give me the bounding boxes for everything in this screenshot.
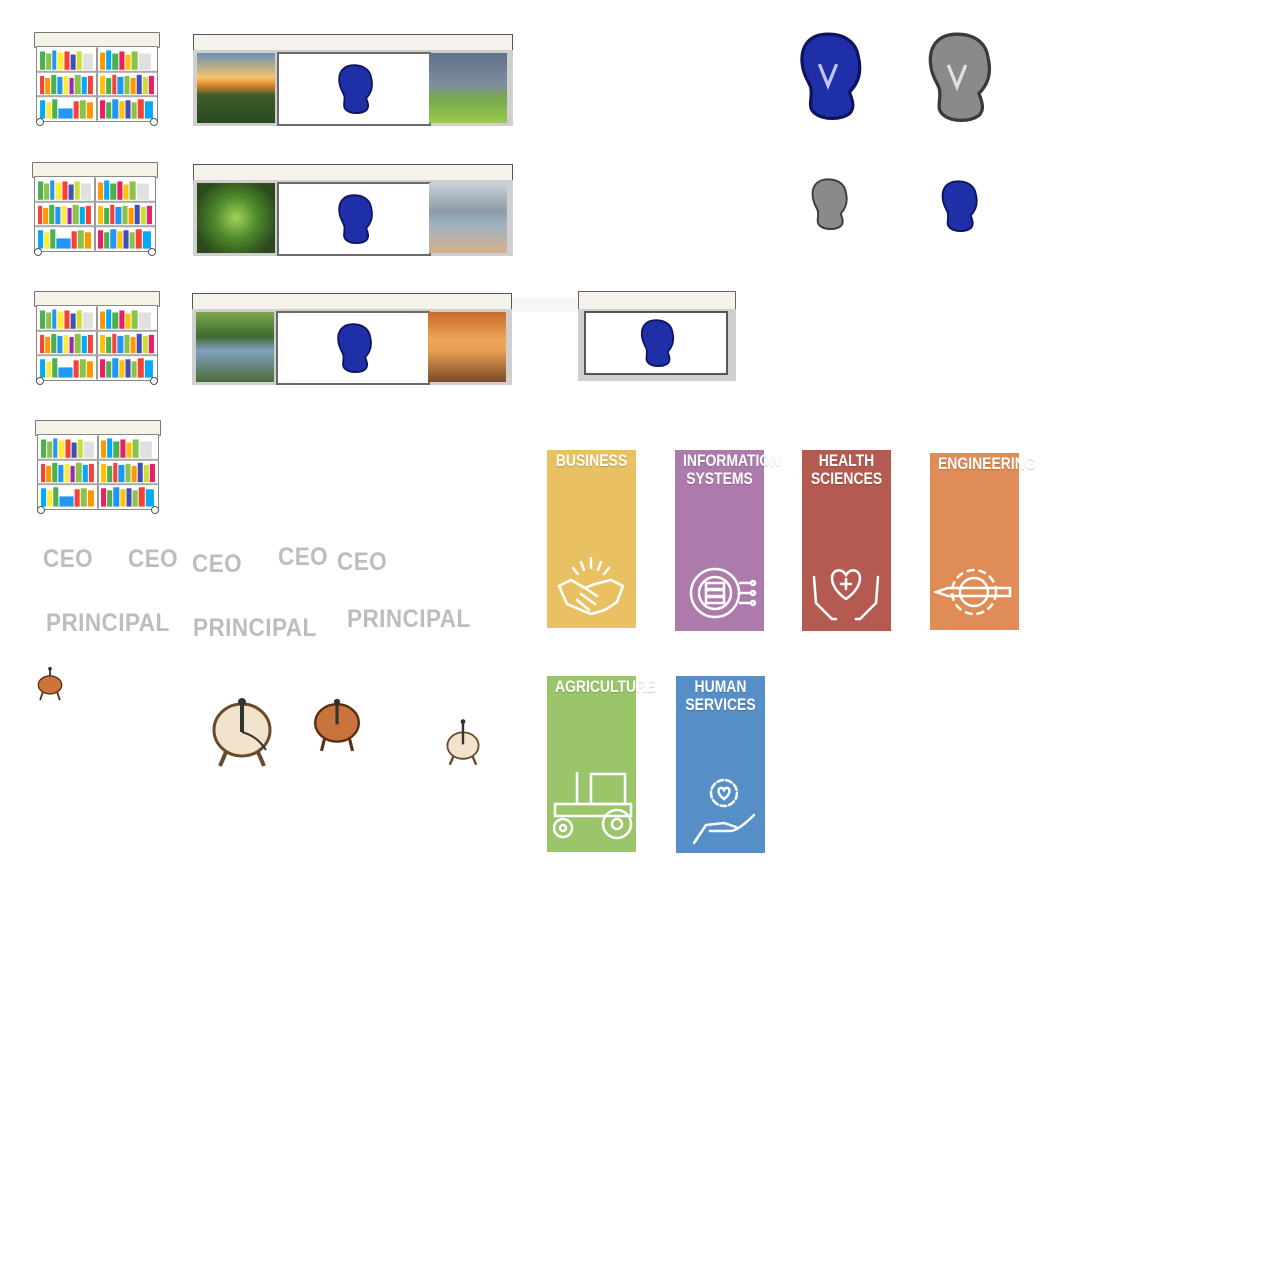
card-agriculture[interactable]: AGRICULTURE (547, 676, 656, 852)
card-label-line2: SERVICES (685, 695, 756, 714)
bookshelf-body (36, 46, 158, 122)
cobra-gray-small-icon[interactable] (806, 178, 850, 230)
card-human-services[interactable]: HUMAN SERVICES (676, 676, 765, 853)
card-health-sciences[interactable]: HEALTH SCIENCES (802, 450, 891, 631)
wheel-icon (36, 118, 44, 126)
card-label: AGRICULTURE (555, 677, 656, 696)
card-label-line2: SCIENCES (810, 469, 883, 488)
card-label: HEALTH SCIENCES (810, 452, 883, 488)
bookshelf-body (36, 305, 158, 381)
gear-server-icon (689, 567, 757, 619)
heart-hands-icon (812, 569, 880, 621)
card-label-line1: HUMAN (694, 677, 747, 696)
connector-strip (512, 298, 578, 312)
panel-screen (277, 52, 431, 126)
panel-screen (277, 182, 431, 256)
card-label: HUMAN SERVICES (684, 678, 757, 714)
ceo-title[interactable]: CEO (128, 545, 178, 574)
panel-river-autumn[interactable] (192, 293, 512, 385)
panel-frame (193, 50, 513, 126)
tractor-icon (552, 772, 633, 840)
wheel-icon (148, 248, 156, 256)
hand-gear-icon (692, 778, 756, 845)
stool-tiny-icon[interactable] (36, 666, 64, 702)
handshake-icon (557, 556, 625, 616)
card-information-systems[interactable]: INFORMATION SYSTEMS (675, 450, 781, 631)
cobra-gray-large-icon[interactable] (920, 32, 994, 122)
panel-small-screen[interactable] (578, 291, 736, 381)
cobra-logo-icon (338, 64, 373, 114)
rainbow-photo (429, 53, 507, 123)
ceo-title[interactable]: CEO (278, 543, 328, 572)
wheel-icon (36, 377, 44, 385)
wheel-icon (37, 506, 45, 514)
card-label: BUSINESS (555, 452, 628, 470)
principal-title[interactable]: PRINCIPAL (193, 614, 317, 643)
cobra-blue-small-icon[interactable] (936, 180, 980, 232)
bookshelf-body (37, 434, 159, 510)
card-engineering[interactable]: ENGINEERING (930, 453, 1036, 630)
bookshelf-2[interactable] (32, 162, 158, 256)
ceo-title[interactable]: CEO (43, 545, 93, 574)
panel-header (578, 291, 736, 310)
principal-title[interactable]: PRINCIPAL (347, 605, 471, 634)
ceo-title[interactable]: CEO (337, 548, 387, 577)
principal-title[interactable]: PRINCIPAL (46, 609, 170, 638)
bookshelf-1[interactable] (34, 32, 160, 126)
cobra-logo-icon (640, 319, 675, 367)
cobra-blue-large-icon[interactable] (792, 32, 864, 120)
wheel-icon (150, 377, 158, 385)
card-label-line1: BUSINESS (555, 451, 628, 470)
stool-light-large-icon[interactable] (211, 696, 273, 768)
gear-pencil-icon (934, 568, 1012, 616)
card-label: INFORMATION SYSTEMS (683, 451, 781, 488)
stool-wood-medium-icon[interactable] (313, 698, 361, 754)
river-photo (196, 312, 274, 382)
wheel-icon (151, 506, 159, 514)
panel-screen (584, 311, 728, 375)
card-label-line1: AGRICULTURE (555, 677, 656, 696)
panel-screen (276, 311, 430, 385)
card-label: ENGINEERING (938, 454, 1036, 473)
panel-frame (192, 309, 512, 385)
panel-sprouts-lake[interactable] (193, 164, 513, 256)
bookshelf-3[interactable] (34, 291, 160, 385)
bookshelf-body (34, 176, 156, 252)
ceo-title[interactable]: CEO (192, 550, 242, 579)
panel-sunset-rainbow[interactable] (193, 34, 513, 126)
card-label-line1: ENGINEERING (938, 454, 1036, 473)
card-label-line2: SYSTEMS (686, 469, 753, 488)
card-business[interactable]: BUSINESS (547, 450, 636, 628)
wheel-icon (150, 118, 158, 126)
cobra-logo-icon (337, 323, 372, 373)
stool-light-small-icon[interactable] (445, 717, 481, 767)
cobra-logo-icon (338, 194, 373, 244)
panel-frame (578, 309, 736, 381)
card-label-line1: HEALTH (818, 451, 875, 470)
autumn-lake-photo (428, 312, 506, 382)
lake-dock-photo (429, 183, 507, 253)
panel-frame (193, 180, 513, 256)
card-label-line1: INFORMATION (683, 451, 781, 470)
sprouts-photo (197, 183, 275, 253)
sunset-photo (197, 53, 275, 123)
wheel-icon (34, 248, 42, 256)
bookshelf-4[interactable] (35, 420, 161, 514)
